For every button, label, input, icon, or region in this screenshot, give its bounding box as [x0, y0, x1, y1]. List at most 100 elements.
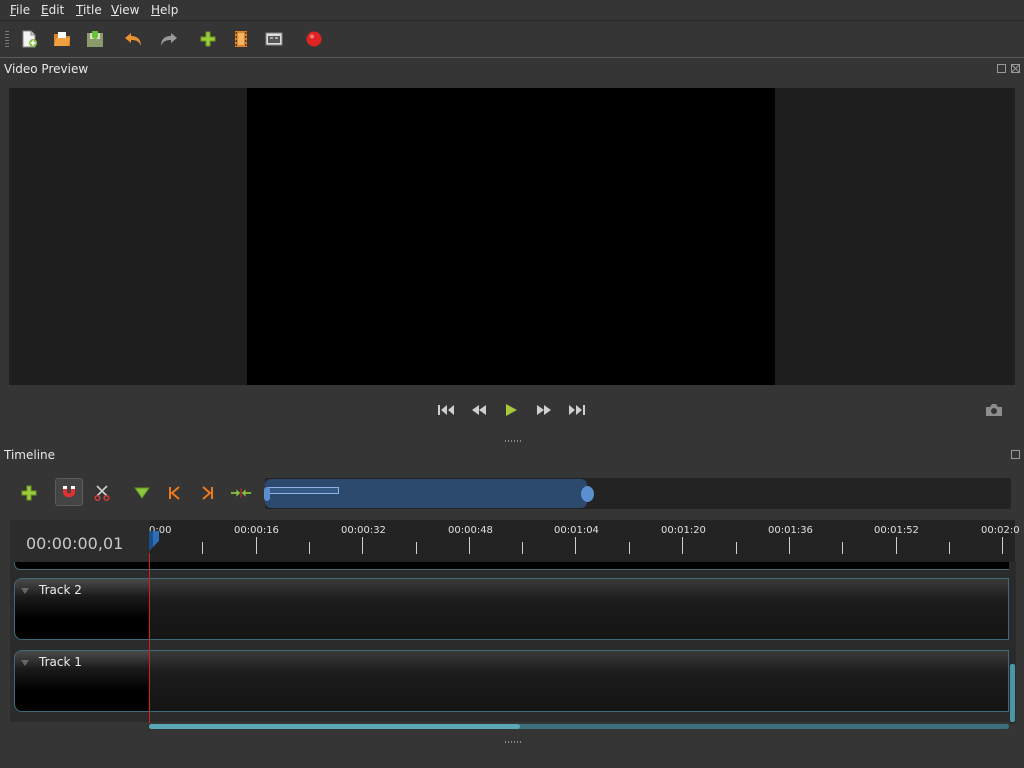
- add-track-button[interactable]: [18, 483, 40, 503]
- zoom-handle-right[interactable]: [581, 486, 594, 502]
- video-canvas[interactable]: [247, 88, 775, 385]
- fast-forward-icon: [537, 405, 551, 415]
- video-preview-title: Video Preview: [4, 62, 89, 76]
- menu-file[interactable]: File: [10, 3, 30, 17]
- zoom-handle-left[interactable]: [264, 487, 270, 501]
- rewind-icon: [472, 405, 486, 415]
- track-partial: [14, 562, 1009, 570]
- menu-view[interactable]: View: [111, 3, 139, 17]
- fast-forward-button[interactable]: [535, 402, 553, 418]
- menu-help[interactable]: Help: [151, 3, 178, 17]
- ruler-label: 00:01:04: [554, 525, 599, 536]
- razor-icon: [94, 485, 110, 501]
- timeline-title: Timeline: [4, 448, 56, 462]
- timeline-ruler[interactable]: 0:00 00:00:16 00:00:32 00:00:48 00:01:04…: [149, 520, 1020, 562]
- track-name: Track 1: [39, 655, 82, 669]
- playhead-line: [149, 553, 150, 723]
- ruler-tick-major: [362, 537, 363, 554]
- track-header-track-1[interactable]: Track 1: [14, 650, 150, 712]
- float-timeline-icon[interactable]: [1011, 450, 1020, 459]
- track-body-track-1[interactable]: [149, 650, 1009, 712]
- timecode-box: 00:00:00,01: [10, 520, 150, 562]
- ruler-tick-minor: [202, 542, 203, 554]
- ruler-tick-minor: [736, 542, 737, 554]
- ruler-tick-minor: [309, 542, 310, 554]
- jump-start-button[interactable]: [437, 402, 455, 418]
- snapshot-button[interactable]: [985, 402, 1003, 418]
- ruler-tick-major: [256, 537, 257, 554]
- fullscreen-button[interactable]: [263, 28, 285, 50]
- new-project-icon: [22, 30, 37, 48]
- preview-splitter[interactable]: [505, 440, 523, 442]
- ruler-tick-minor: [842, 542, 843, 554]
- float-dock-icon[interactable]: [997, 64, 1006, 73]
- add-marker-button[interactable]: [131, 483, 153, 503]
- camera-icon: [986, 404, 1002, 416]
- vertical-scrollbar-thumb[interactable]: [1010, 664, 1015, 722]
- close-dock-icon[interactable]: [1011, 64, 1020, 73]
- timecode-display: 00:00:00,01: [26, 534, 124, 553]
- razor-button[interactable]: [91, 483, 113, 503]
- open-project-button[interactable]: [51, 28, 73, 50]
- ruler-label: 00:01:52: [874, 525, 919, 536]
- add-marker-icon: [134, 487, 150, 499]
- track-collapse-icon[interactable]: [21, 660, 29, 666]
- snap-toggle-button[interactable]: [55, 478, 83, 506]
- jump-end-button[interactable]: [568, 402, 586, 418]
- undo-button[interactable]: [122, 28, 144, 50]
- ruler-tick-major: [1002, 537, 1003, 554]
- next-marker-button[interactable]: [197, 483, 219, 503]
- choose-profile-button[interactable]: [230, 28, 252, 50]
- export-video-button[interactable]: [303, 28, 325, 50]
- ruler-label: 00:02:0: [981, 525, 1020, 536]
- track-body-track-2[interactable]: [149, 578, 1009, 640]
- ruler-label: 00:00:48: [448, 525, 493, 536]
- play-button[interactable]: [502, 402, 520, 418]
- timeline-splitter[interactable]: [505, 741, 523, 743]
- undo-icon: [125, 33, 141, 46]
- jump-start-icon: [438, 405, 454, 415]
- import-files-icon: [200, 31, 216, 47]
- ruler-tick-major: [682, 537, 683, 554]
- center-playhead-button[interactable]: [230, 483, 252, 503]
- new-project-button[interactable]: [18, 28, 40, 50]
- ruler-tick-major: [896, 537, 897, 554]
- jump-end-icon: [569, 405, 585, 415]
- ruler-label: 00:00:16: [234, 525, 279, 536]
- ruler-label: 00:00:32: [341, 525, 386, 536]
- ruler-tick-minor: [416, 542, 417, 554]
- previous-marker-icon: [169, 486, 180, 500]
- fullscreen-icon: [265, 32, 283, 46]
- previous-marker-button[interactable]: [163, 483, 185, 503]
- toolbar-grip[interactable]: [5, 31, 9, 49]
- save-project-button[interactable]: [84, 28, 106, 50]
- horizontal-scrollbar-thumb[interactable]: [149, 724, 520, 729]
- track-collapse-icon[interactable]: [21, 588, 29, 594]
- play-icon: [506, 404, 517, 416]
- menu-title[interactable]: Title: [76, 3, 102, 17]
- import-files-button[interactable]: [197, 28, 219, 50]
- menu-bar: File Edit Title View Help: [0, 0, 1024, 21]
- ruler-tick-minor: [949, 542, 950, 554]
- choose-profile-icon: [235, 31, 247, 47]
- ruler-label: 00:01:36: [768, 525, 813, 536]
- ruler-tick-major: [575, 537, 576, 554]
- ruler-label: 00:01:20: [661, 525, 706, 536]
- track-header-track-2[interactable]: Track 2: [14, 578, 150, 640]
- playhead-handle-icon[interactable]: [147, 531, 161, 551]
- snap-magnet-icon: [63, 486, 75, 498]
- rewind-button[interactable]: [470, 402, 488, 418]
- next-marker-icon: [202, 486, 213, 500]
- redo-button[interactable]: [158, 28, 180, 50]
- ruler-tick-major: [469, 537, 470, 554]
- main-toolbar: [0, 21, 1024, 58]
- redo-icon: [161, 33, 177, 46]
- export-video-icon: [306, 31, 322, 47]
- menu-edit[interactable]: Edit: [41, 3, 64, 17]
- ruler-tick-major: [789, 537, 790, 554]
- ruler-tick-minor: [522, 542, 523, 554]
- zoom-preview-bar: [268, 487, 339, 494]
- ruler-tick-minor: [629, 542, 630, 554]
- open-project-icon: [54, 32, 70, 46]
- save-project-icon: [87, 31, 103, 47]
